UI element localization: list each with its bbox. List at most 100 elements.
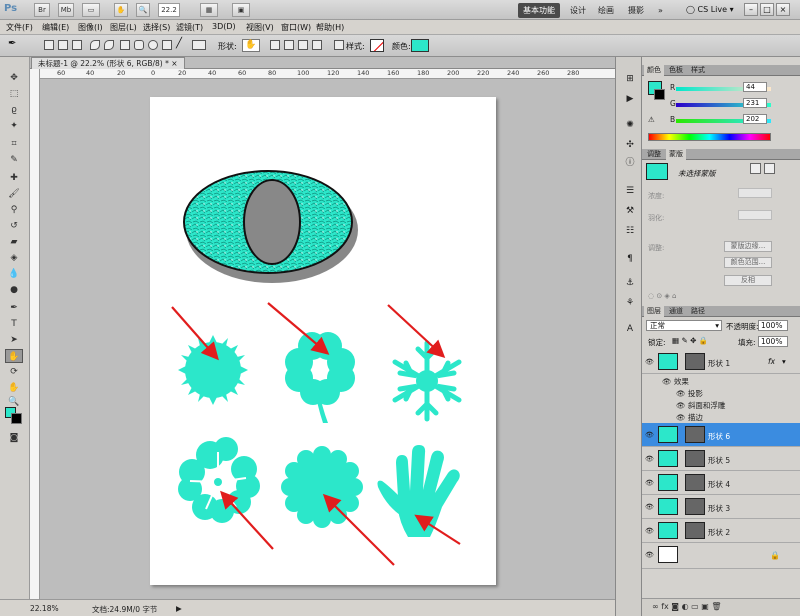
healing-brush-tool-icon[interactable]: ✚ [5, 171, 23, 185]
polygon-icon[interactable] [162, 40, 172, 50]
color-panel-background-swatch[interactable] [654, 89, 665, 100]
effect-bevel-emboss[interactable]: 👁 斜面和浮雕 [676, 400, 725, 411]
red-value[interactable]: 44 [743, 82, 767, 92]
menu-edit[interactable]: 编辑(E) [42, 22, 69, 33]
type-tool-icon[interactable]: T [5, 317, 23, 331]
shape-color-swatch[interactable] [411, 39, 429, 52]
path-add-icon[interactable] [270, 40, 280, 50]
menu-window[interactable]: 窗口(W) [281, 22, 311, 33]
arrange-documents-button[interactable]: ▦ [200, 3, 218, 17]
quick-mask-icon[interactable]: ◙ [5, 431, 23, 445]
dodge-tool-icon[interactable]: ● [5, 283, 23, 297]
menu-layer[interactable]: 图层(L) [110, 22, 137, 33]
vector-mask-icon[interactable] [764, 163, 775, 174]
layer-row[interactable]: 👁 形状 6 [642, 423, 800, 447]
hand-tool-button[interactable]: ✋ [114, 3, 128, 17]
close-tab-icon[interactable]: × [171, 59, 177, 68]
move-tool-icon[interactable]: ✥ [5, 71, 23, 85]
bridge-button[interactable]: Br [34, 3, 50, 17]
pen-tool-icon[interactable]: ✒ [5, 301, 23, 315]
tab-swatches[interactable]: 色板 [666, 65, 686, 76]
status-zoom[interactable]: 22.18% [30, 604, 59, 613]
background-color-swatch[interactable] [11, 413, 22, 424]
mini-bridge-button[interactable]: Mb [58, 3, 74, 17]
gamut-warning-icon[interactable]: ⚠ [648, 115, 655, 124]
document-tab[interactable]: 未标题-1 @ 22.2% (形状 6, RGB/8) * × [31, 57, 185, 69]
layer-footer-icons[interactable]: ∞ fx ◙ ◐ ▭ ▣ 🗑 [652, 602, 722, 611]
workspace-design[interactable]: 设计 [570, 3, 586, 18]
style-picker[interactable] [370, 39, 384, 52]
link-icon[interactable] [334, 40, 344, 50]
actions-panel-icon[interactable]: ▶ [624, 93, 636, 105]
opacity-field[interactable]: 100% [758, 320, 788, 331]
tab-adjustments[interactable]: 调整 [644, 149, 664, 160]
background-layer-row[interactable]: 👁 🔒 [642, 543, 800, 569]
tab-styles[interactable]: 样式 [688, 65, 708, 76]
density-field[interactable] [738, 188, 772, 198]
tab-masks[interactable]: 蒙版 [666, 149, 686, 160]
info-panel-icon[interactable]: ⓘ [624, 157, 636, 169]
screen-mode-button[interactable]: ▣ [232, 3, 250, 17]
fill-field[interactable]: 100% [758, 336, 788, 347]
mask-panel-footer-icons[interactable]: ◌ ⊙ ◈ ⌂ [648, 292, 676, 300]
workspace-painting[interactable]: 绘画 [598, 3, 614, 18]
zoom-level-field[interactable]: 22.2 [158, 3, 180, 17]
shape-layers-icon[interactable] [44, 40, 54, 50]
rounded-rectangle-icon[interactable] [134, 40, 144, 50]
menu-view[interactable]: 视图(V) [246, 22, 274, 33]
blue-value[interactable]: 202 [743, 114, 767, 124]
eyedropper-tool-icon[interactable]: ✎ [5, 153, 23, 167]
brush-presets-panel-icon[interactable]: ✺ [624, 119, 636, 131]
notes-panel-icon[interactable]: ⚘ [624, 297, 636, 309]
menu-image[interactable]: 图像(I) [78, 22, 103, 33]
hand-tool-icon[interactable]: ✋ [5, 381, 23, 395]
blend-mode-select[interactable]: 正常 ▾ [646, 320, 722, 331]
path-subtract-icon[interactable] [284, 40, 294, 50]
animation-panel-icon[interactable]: ☷ [624, 225, 636, 237]
expand-effects-icon[interactable]: ▾ [782, 357, 786, 366]
workspace-photography[interactable]: 摄影 [628, 3, 644, 18]
visibility-eye-icon[interactable]: 👁 [645, 431, 654, 439]
close-button[interactable]: × [776, 3, 790, 16]
shape-picker-hand-icon[interactable]: ✋ [242, 39, 260, 52]
vertical-ruler[interactable] [30, 69, 40, 599]
tool-presets-panel-icon[interactable]: ⚒ [624, 205, 636, 217]
rectangle-icon[interactable] [120, 40, 130, 50]
visibility-eye-icon[interactable]: 👁 [645, 503, 654, 511]
path-exclude-icon[interactable] [312, 40, 322, 50]
green-value[interactable]: 231 [743, 98, 767, 108]
lock-icons[interactable]: ▦ ✎ ✥ 🔒 [672, 336, 708, 345]
lasso-tool-icon[interactable]: ϱ [5, 103, 23, 117]
view-extras-button[interactable]: ▭ [82, 3, 100, 17]
fx-badge[interactable]: fx [768, 357, 775, 366]
character-panel-icon[interactable]: A [624, 323, 636, 335]
marquee-tool-icon[interactable]: ⬚ [5, 87, 23, 101]
visibility-eye-icon[interactable]: 👁 [645, 455, 654, 463]
more-workspaces-icon[interactable]: » [658, 3, 663, 18]
menu-filter[interactable]: 滤镜(T) [176, 22, 203, 33]
magic-wand-tool-icon[interactable]: ✦ [5, 119, 23, 133]
color-range-button[interactable]: 颜色范围... [724, 257, 772, 268]
eraser-tool-icon[interactable]: ▰ [5, 235, 23, 249]
history-brush-tool-icon[interactable]: ↺ [5, 219, 23, 233]
feather-field[interactable] [738, 210, 772, 220]
pen-icon[interactable] [90, 40, 100, 50]
menu-3d[interactable]: 3D(D) [212, 22, 236, 31]
custom-shape-tool-icon[interactable]: ✋ [5, 349, 23, 363]
document-canvas[interactable] [150, 97, 496, 585]
horizontal-ruler[interactable]: 60 40 20 0 20 40 60 80 100 120 140 160 1… [40, 69, 615, 79]
paragraph-panel-icon[interactable]: ¶ [624, 253, 636, 265]
blur-tool-icon[interactable]: 💧 [5, 267, 23, 281]
clone-stamp-tool-icon[interactable]: ⚲ [5, 203, 23, 217]
line-icon[interactable]: ╱ [176, 38, 186, 49]
tab-paths[interactable]: 路径 [688, 306, 708, 317]
freeform-pen-icon[interactable] [104, 40, 114, 50]
history-panel-icon[interactable]: ⊞ [624, 73, 636, 85]
fill-pixels-icon[interactable] [72, 40, 82, 50]
paths-icon[interactable] [58, 40, 68, 50]
clone-source-panel-icon[interactable]: ✣ [624, 139, 636, 151]
menu-file[interactable]: 文件(F) [6, 22, 33, 33]
status-menu-arrow-icon[interactable]: ▶ [176, 604, 182, 613]
custom-shape-icon[interactable] [192, 40, 206, 50]
crop-tool-icon[interactable]: ⌗ [5, 137, 23, 151]
